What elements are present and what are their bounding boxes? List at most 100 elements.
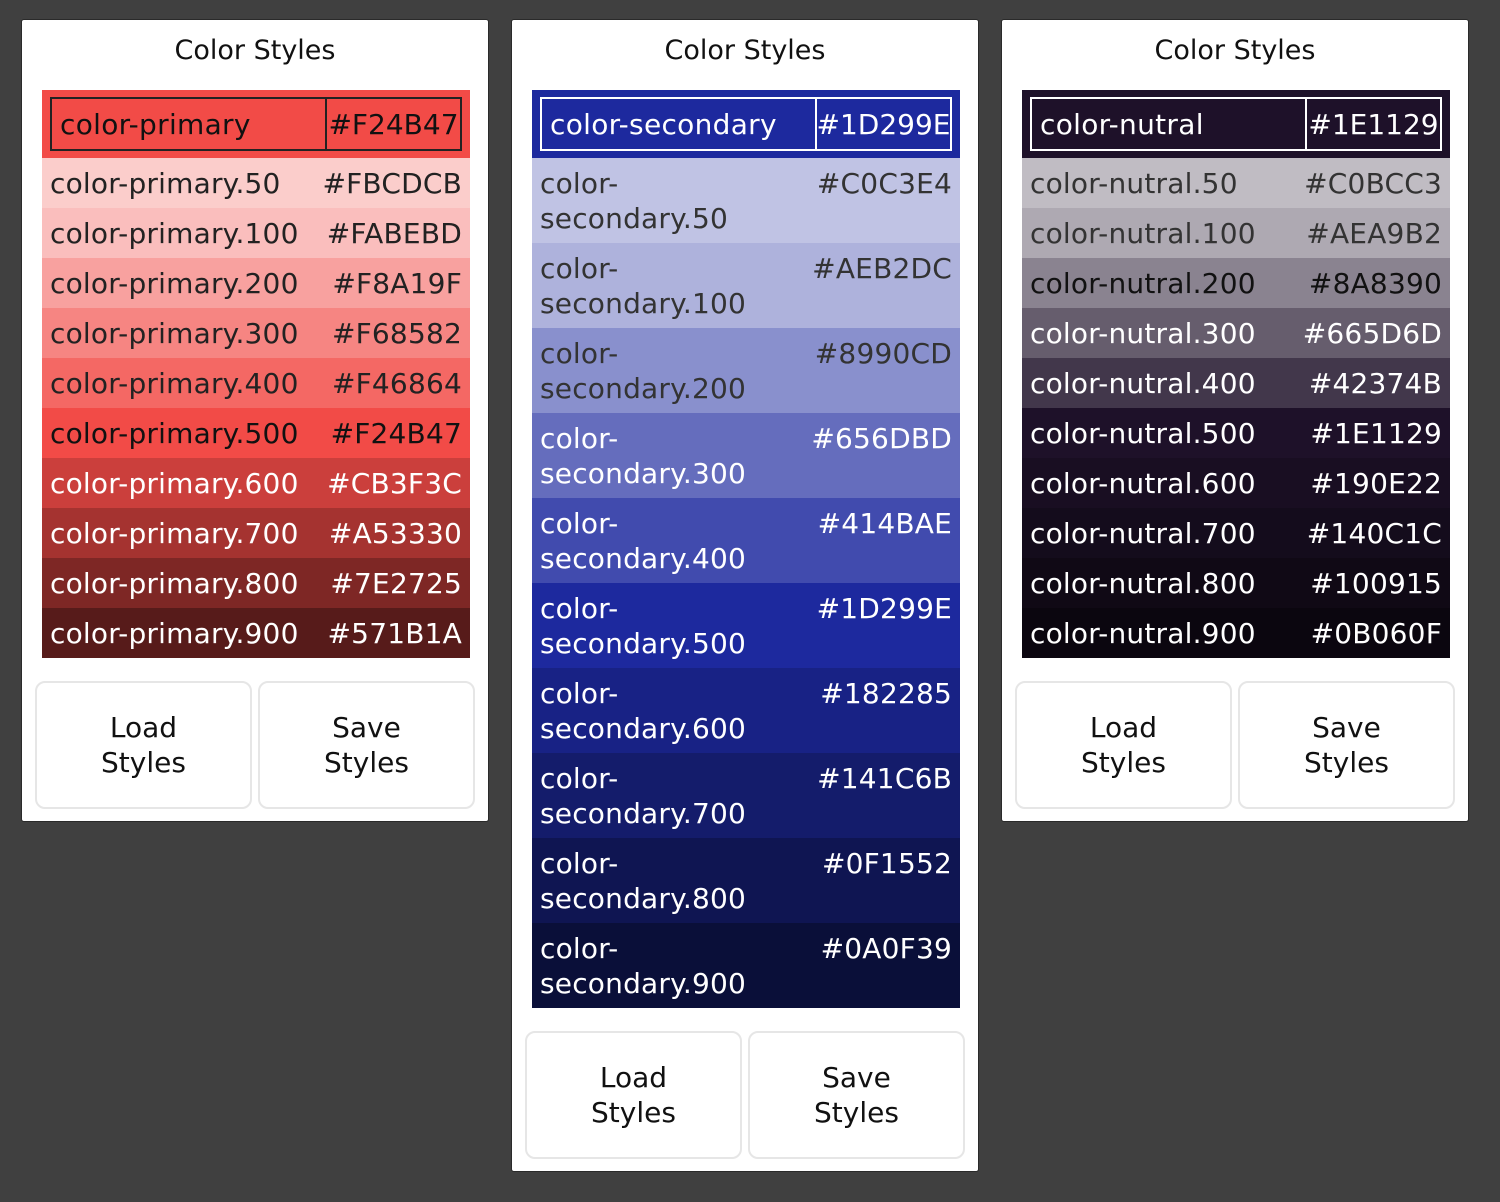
shade-name: color-secondary.300 bbox=[540, 422, 747, 490]
shade-name: color-nutral.300 bbox=[1030, 316, 1256, 350]
shade-name: color-primary.800 bbox=[50, 566, 299, 600]
shade-name: color-nutral.200 bbox=[1030, 266, 1256, 300]
shade-name: color-secondary.400 bbox=[540, 507, 747, 575]
shade-hex: #0F1552 bbox=[821, 847, 952, 880]
shade-hex: #414BAE bbox=[817, 507, 952, 540]
shade-name: color-secondary.600 bbox=[540, 677, 747, 745]
shade-rows: color-nutral.50 #C0BCC3 color-nutral.100 #A… bbox=[1022, 158, 1450, 658]
shade-row: color-nutral.500 #1E1129 bbox=[1022, 408, 1450, 458]
shade-name: color-secondary.800 bbox=[540, 847, 747, 915]
shade-hex: #CB3F3C bbox=[327, 466, 462, 500]
shade-row: color-nutral.400 #42374B bbox=[1022, 358, 1450, 408]
shade-row: color-primary.300 #F68582 bbox=[42, 308, 470, 358]
shade-row: color-secondary.600 #182285 bbox=[532, 668, 960, 753]
shade-name: color-primary.900 bbox=[50, 616, 299, 650]
shade-row: color-primary.200 #F8A19F bbox=[42, 258, 470, 308]
shade-rows: color-secondary.50 #C0C3E4 color-secondary… bbox=[532, 158, 960, 1008]
shade-hex: #FBCDCB bbox=[322, 166, 462, 200]
panel-title: Color Styles bbox=[174, 35, 336, 66]
shade-hex: #665D6D bbox=[1302, 316, 1442, 350]
shade-row: color-primary.700 #A53330 bbox=[42, 508, 470, 558]
button-bar: Load Styles Save Styles bbox=[512, 1031, 978, 1159]
shade-row: color-primary.50 #FBCDCB bbox=[42, 158, 470, 208]
shade-hex: #F24B47 bbox=[330, 416, 462, 450]
shade-name: color-secondary.50 bbox=[540, 167, 729, 235]
shade-name: color-secondary.200 bbox=[540, 337, 747, 405]
base-color-hex: #1E1129 bbox=[1305, 99, 1440, 149]
shade-row: color-nutral.700 #140C1C bbox=[1022, 508, 1450, 558]
shade-hex: #FABEBD bbox=[326, 216, 462, 250]
panel-title: Color Styles bbox=[1154, 35, 1316, 66]
shade-hex: #F8A19F bbox=[332, 266, 462, 300]
shade-hex: #C0BCC3 bbox=[1304, 166, 1442, 200]
shade-hex: #140C1C bbox=[1306, 516, 1442, 550]
shade-row: color-nutral.900 #0B060F bbox=[1022, 608, 1450, 658]
shade-name: color-nutral.800 bbox=[1030, 566, 1256, 600]
shade-row: color-primary.400 #F46864 bbox=[42, 358, 470, 408]
shade-name: color-secondary.500 bbox=[540, 592, 747, 660]
shade-hex: #7E2725 bbox=[330, 566, 462, 600]
shade-hex: #C0C3E4 bbox=[816, 167, 952, 200]
base-color-row: color-primary #F24B47 bbox=[42, 90, 470, 158]
shade-name: color-primary.600 bbox=[50, 466, 299, 500]
load-styles-button[interactable]: Load Styles bbox=[525, 1031, 742, 1159]
save-styles-button[interactable]: Save Styles bbox=[258, 681, 475, 809]
shade-row: color-primary.900 #571B1A bbox=[42, 608, 470, 658]
shade-name: color-primary.50 bbox=[50, 166, 281, 200]
base-color-row: color-secondary #1D299E bbox=[532, 90, 960, 158]
color-styles-panel-primary: Color Styles color-primary #F24B47 color… bbox=[21, 19, 489, 822]
shade-row: color-nutral.50 #C0BCC3 bbox=[1022, 158, 1450, 208]
button-bar: Load Styles Save Styles bbox=[22, 681, 488, 809]
shade-hex: #AEA9B2 bbox=[1306, 216, 1442, 250]
shade-hex: #A53330 bbox=[328, 516, 462, 550]
shade-row: color-secondary.100 #AEB2DC bbox=[532, 243, 960, 328]
shade-row: color-secondary.300 #656DBD bbox=[532, 413, 960, 498]
shade-hex: #8A8390 bbox=[1308, 266, 1442, 300]
shade-row: color-nutral.200 #8A8390 bbox=[1022, 258, 1450, 308]
shade-hex: #0A0F39 bbox=[820, 932, 952, 965]
base-color-name: color-nutral bbox=[1040, 107, 1204, 141]
shade-name: color-nutral.600 bbox=[1030, 466, 1256, 500]
shade-name: color-primary.200 bbox=[50, 266, 299, 300]
shade-name: color-nutral.900 bbox=[1030, 616, 1256, 650]
shade-hex: #F46864 bbox=[331, 366, 462, 400]
shade-rows: color-primary.50 #FBCDCB color-primary.100… bbox=[42, 158, 470, 658]
shade-row: color-secondary.800 #0F1552 bbox=[532, 838, 960, 923]
shade-hex: #571B1A bbox=[327, 616, 462, 650]
shade-hex: #190E22 bbox=[1310, 466, 1442, 500]
shade-name: color-primary.500 bbox=[50, 416, 299, 450]
base-color-box: color-primary #F24B47 bbox=[50, 97, 462, 151]
shade-row: color-secondary.400 #414BAE bbox=[532, 498, 960, 583]
shade-hex: #42374B bbox=[1308, 366, 1442, 400]
shade-row: color-secondary.900 #0A0F39 bbox=[532, 923, 960, 1008]
swatch-list: color-secondary #1D299E color-secondary.… bbox=[532, 90, 960, 1008]
shade-name: color-secondary.900 bbox=[540, 932, 747, 1000]
shade-row: color-nutral.800 #100915 bbox=[1022, 558, 1450, 608]
color-styles-panel-secondary: Color Styles color-secondary #1D299E col… bbox=[511, 19, 979, 1172]
shade-row: color-secondary.700 #141C6B bbox=[532, 753, 960, 838]
shade-hex: #1E1129 bbox=[1310, 416, 1442, 450]
load-styles-button[interactable]: Load Styles bbox=[35, 681, 252, 809]
shade-hex: #656DBD bbox=[811, 422, 952, 455]
base-color-box: color-nutral #1E1129 bbox=[1030, 97, 1442, 151]
save-styles-button[interactable]: Save Styles bbox=[1238, 681, 1455, 809]
color-styles-panel-nutral: Color Styles color-nutral #1E1129 color-… bbox=[1001, 19, 1469, 822]
load-styles-button[interactable]: Load Styles bbox=[1015, 681, 1232, 809]
base-color-row: color-nutral #1E1129 bbox=[1022, 90, 1450, 158]
base-color-name: color-primary bbox=[60, 107, 251, 141]
shade-row: color-primary.800 #7E2725 bbox=[42, 558, 470, 608]
shade-name: color-primary.100 bbox=[50, 216, 299, 250]
shade-name: color-nutral.100 bbox=[1030, 216, 1256, 250]
shade-name: color-secondary.700 bbox=[540, 762, 747, 830]
base-color-hex: #F24B47 bbox=[325, 99, 460, 149]
shade-name: color-primary.300 bbox=[50, 316, 299, 350]
shade-row: color-nutral.300 #665D6D bbox=[1022, 308, 1450, 358]
panel-title: Color Styles bbox=[664, 35, 826, 66]
shade-name: color-primary.400 bbox=[50, 366, 299, 400]
shade-hex: #182285 bbox=[820, 677, 952, 710]
swatch-list: color-nutral #1E1129 color-nutral.50 #C0B… bbox=[1022, 90, 1450, 658]
shade-row: color-nutral.600 #190E22 bbox=[1022, 458, 1450, 508]
save-styles-button[interactable]: Save Styles bbox=[748, 1031, 965, 1159]
shade-name: color-nutral.50 bbox=[1030, 166, 1238, 200]
shade-name: color-nutral.500 bbox=[1030, 416, 1256, 450]
